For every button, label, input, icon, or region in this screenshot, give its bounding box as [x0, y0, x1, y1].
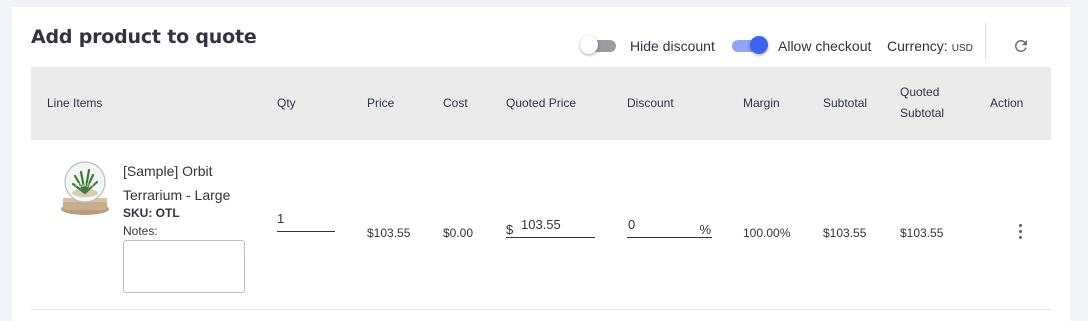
col-discount: Discount	[627, 96, 674, 110]
qty-input[interactable]	[277, 211, 335, 226]
col-quoted-subtotal-line1: Quoted	[900, 85, 940, 99]
table-header: Line Items Qty Price Cost Quoted Price D…	[31, 67, 1051, 140]
discount-field[interactable]: %	[627, 217, 712, 238]
allow-checkout-toggle[interactable]	[730, 36, 768, 54]
price-cell: $103.55	[367, 226, 411, 240]
quoted-subtotal-cell: $103.55	[900, 226, 944, 240]
quote-controls: Hide discount Allow checkout Currency: US…	[580, 23, 1060, 59]
page-title: Add product to quote	[31, 26, 257, 48]
notes-label: Notes:	[123, 224, 158, 238]
currency-label-text: Currency:	[887, 38, 948, 54]
col-quoted-subtotal-line2: Subtotal	[900, 106, 945, 120]
currency-code: USD	[951, 43, 973, 54]
discount-input[interactable]	[628, 217, 688, 232]
discount-suffix: %	[699, 222, 711, 237]
product-thumbnail: PLANT	[61, 161, 109, 215]
product-sku: SKU: OTL	[123, 206, 180, 220]
col-qty: Qty	[277, 96, 296, 110]
col-action: Action	[990, 96, 1024, 110]
allow-checkout-label: Allow checkout	[778, 38, 872, 54]
controls-divider	[985, 23, 986, 59]
notes-textarea[interactable]	[123, 240, 245, 293]
col-price: Price	[367, 96, 395, 110]
quoted-price-input[interactable]	[521, 217, 593, 232]
quote-panel: Add product to quote Hide discount Allow…	[12, 7, 1070, 321]
col-quoted-subtotal: Quoted Subtotal	[900, 82, 944, 124]
product-name: [Sample] Orbit Terrarium - Large	[123, 163, 231, 203]
more-vertical-icon[interactable]	[1015, 224, 1025, 240]
col-quoted-price: Quoted Price	[506, 96, 577, 110]
subtotal-cell: $103.55	[823, 226, 867, 240]
cost-cell: $0.00	[443, 226, 474, 240]
col-line-items: Line Items	[47, 96, 103, 110]
table-row: PLANT [Sample] Orbit Terrarium - Large S…	[31, 140, 1051, 310]
currency-label: Currency: USD	[887, 38, 973, 54]
col-margin: Margin	[743, 96, 780, 110]
hide-discount-toggle[interactable]	[580, 36, 618, 54]
quoted-price-field[interactable]: $	[506, 217, 595, 238]
col-cost: Cost	[443, 96, 468, 110]
svg-text:PLANT: PLANT	[75, 183, 95, 189]
qty-field[interactable]	[277, 210, 335, 232]
hide-discount-label: Hide discount	[630, 38, 715, 54]
refresh-icon[interactable]	[1012, 37, 1030, 55]
quoted-price-prefix: $	[506, 222, 514, 237]
col-subtotal: Subtotal	[823, 96, 868, 110]
margin-cell: 100.00%	[743, 226, 791, 240]
